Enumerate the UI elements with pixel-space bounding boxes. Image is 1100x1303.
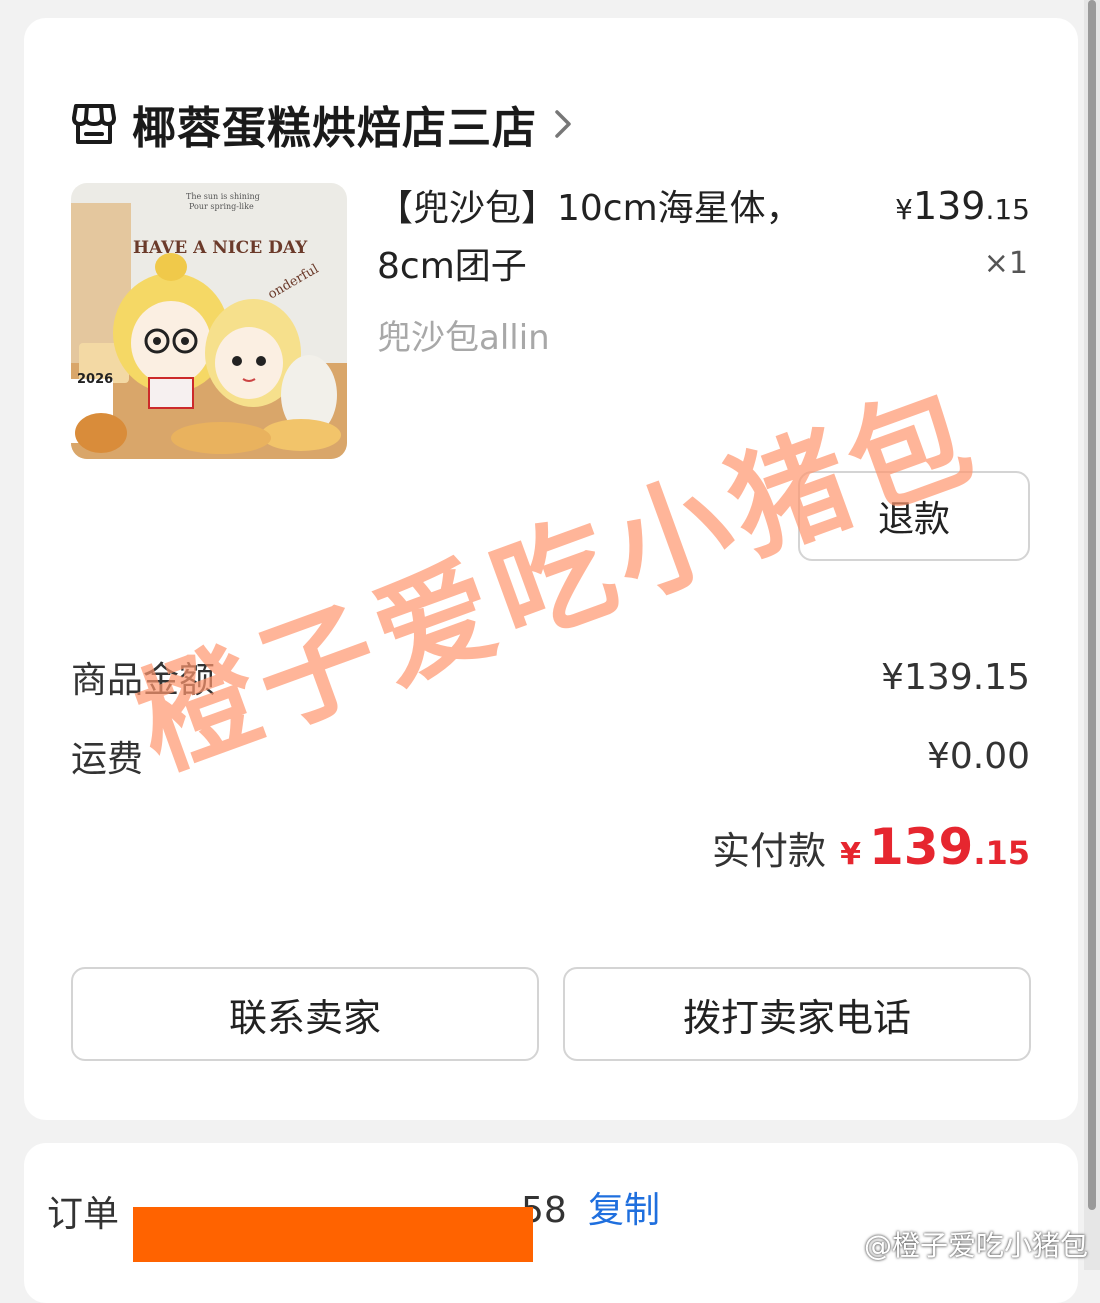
call-seller-button[interactable]: 拨打卖家电话: [563, 967, 1031, 1061]
order-number-redaction: [133, 1207, 533, 1262]
photo-year-text: 2026: [77, 372, 113, 387]
total-paid-label: 实付款: [712, 829, 827, 873]
photo-line1-text: The sun is shining: [186, 192, 260, 201]
product-photo-illustration: 2026 The sun is shining Pour spring-like…: [71, 183, 347, 459]
product-price-integer: 139: [912, 184, 986, 228]
product-image[interactable]: 2026 The sun is shining Pour spring-like…: [71, 183, 347, 459]
shop-header[interactable]: 椰蓉蛋糕烘焙店三店: [70, 78, 573, 170]
total-paid-currency: ¥: [840, 837, 861, 872]
product-price: ¥139.15: [895, 184, 1030, 228]
goods-amount-value: ¥139.15: [881, 656, 1030, 698]
contact-seller-button[interactable]: 联系卖家: [71, 967, 539, 1061]
shop-name[interactable]: 椰蓉蛋糕烘焙店三店: [132, 92, 537, 156]
product-title[interactable]: 【兜沙包】10cm海星体，8cm团子: [377, 180, 847, 296]
photo-headline-text: HAVE A NICE DAY: [133, 238, 308, 258]
scrollbar-thumb[interactable]: [1088, 0, 1096, 1210]
total-paid-decimal: .15: [973, 834, 1030, 872]
weibo-icon: [819, 1228, 860, 1259]
total-paid-integer: 139: [868, 818, 974, 876]
photo-line2-text: Pour spring-like: [189, 202, 254, 211]
weibo-handle: @橙子爱吃小猪包: [863, 1229, 1088, 1262]
shipping-label: 运费: [71, 739, 144, 780]
copy-order-number-link[interactable]: 复制: [588, 1186, 660, 1236]
product-sku: 兜沙包allin: [377, 318, 550, 358]
product-price-decimal: .15: [985, 193, 1030, 226]
order-number-row: 订单 58: [47, 1186, 567, 1236]
shipping-value: ¥0.00: [926, 735, 1030, 777]
product-price-currency: ¥: [895, 193, 913, 226]
product-quantity: ×1: [983, 246, 1028, 281]
store-icon: [72, 104, 116, 144]
total-paid-row: 实付款 ¥ 139 .15: [712, 818, 1030, 884]
weibo-watermark: @橙子爱吃小猪包: [818, 1222, 1088, 1266]
scrollbar[interactable]: [1084, 0, 1100, 1270]
chevron-right-icon[interactable]: [553, 108, 573, 140]
order-number-label: 订单: [47, 1194, 120, 1235]
